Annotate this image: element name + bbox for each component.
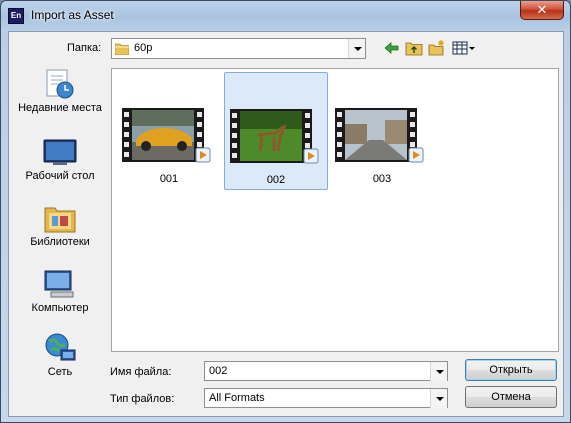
- file-list[interactable]: 001 002 003: [111, 68, 559, 352]
- import-dialog: En Import as Asset ✕ Папка: 60p Недавние…: [0, 0, 571, 423]
- place-label: Сеть: [47, 366, 73, 378]
- up-folder-icon[interactable]: [405, 40, 423, 56]
- title-bar[interactable]: En Import as Asset ✕: [1, 1, 570, 31]
- libraries-icon: [44, 207, 76, 233]
- place-libraries[interactable]: Библиотеки: [15, 202, 105, 262]
- place-network[interactable]: Сеть: [15, 332, 105, 392]
- place-computer[interactable]: Компьютер: [15, 268, 105, 328]
- new-folder-icon[interactable]: [428, 40, 446, 56]
- place-recent[interactable]: Недавние места: [15, 68, 105, 128]
- filetype-select[interactable]: All Formats: [204, 388, 448, 408]
- desktop-icon: [43, 139, 77, 165]
- filetype-value: All Formats: [209, 392, 265, 404]
- place-label: Компьютер: [31, 302, 89, 314]
- filename-value: 002: [209, 365, 228, 377]
- look-in-label: Папка:: [67, 42, 102, 54]
- file-item-003[interactable]: 003: [330, 72, 434, 190]
- file-item-001[interactable]: 001: [117, 72, 221, 190]
- place-label: Недавние места: [18, 102, 102, 114]
- chevron-down-icon[interactable]: [430, 389, 447, 408]
- video-thumbnail-icon: [122, 108, 211, 163]
- places-bar: Недавние места Рабочий стол Библиотеки К…: [15, 68, 105, 380]
- cancel-button[interactable]: Отмена: [465, 386, 557, 408]
- app-icon: En: [8, 8, 24, 24]
- file-name: 002: [266, 174, 286, 186]
- folder-icon: [115, 43, 129, 55]
- computer-icon: [44, 270, 74, 298]
- place-label: Библиотеки: [30, 236, 90, 248]
- view-menu-icon[interactable]: [452, 40, 476, 56]
- window-title: Import as Asset: [31, 8, 114, 22]
- chevron-down-icon[interactable]: [348, 39, 365, 58]
- filetype-label: Тип файлов:: [110, 393, 175, 405]
- dialog-body: Папка: 60p Недавние места Рабочий стол Б…: [8, 31, 564, 417]
- filename-input[interactable]: 002: [204, 361, 448, 381]
- place-label: Рабочий стол: [25, 170, 95, 182]
- chevron-down-icon[interactable]: [430, 362, 447, 381]
- filename-label: Имя файла:: [110, 366, 172, 378]
- network-icon: [45, 333, 76, 361]
- file-item-002[interactable]: 002: [224, 72, 328, 190]
- look-in-dropdown[interactable]: 60p: [111, 38, 366, 59]
- recent-places-icon: [46, 69, 74, 99]
- back-arrow-icon[interactable]: [383, 40, 401, 56]
- video-thumbnail-icon: [230, 109, 319, 164]
- close-button[interactable]: ✕: [520, 1, 564, 20]
- file-name: 001: [159, 173, 179, 185]
- video-thumbnail-icon: [335, 108, 424, 163]
- file-name: 003: [372, 173, 392, 185]
- look-in-value: 60p: [134, 42, 153, 54]
- place-desktop[interactable]: Рабочий стол: [15, 136, 105, 196]
- open-button[interactable]: Открыть: [465, 359, 557, 381]
